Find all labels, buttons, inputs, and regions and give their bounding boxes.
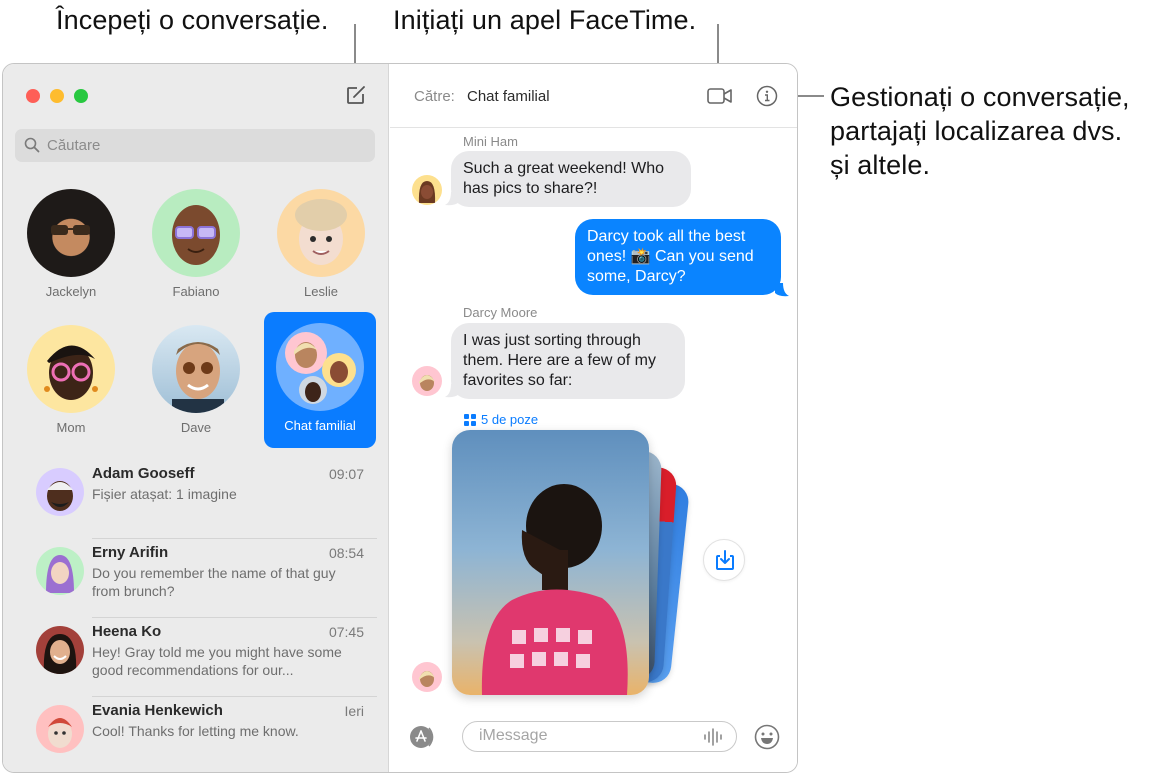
- avatar-darcy-moore: [412, 662, 442, 692]
- sunglasses-icon: [51, 225, 90, 235]
- facetime-button[interactable]: [706, 86, 734, 106]
- avatar-group: [276, 323, 364, 411]
- pinned-name: Chat familial: [284, 418, 356, 433]
- avatar-dave: [152, 325, 240, 413]
- conversation-preview: Hey! Gray told me you might have some go…: [92, 644, 342, 678]
- chat-pane: Către: Chat familial Mini Ham Such a gre…: [390, 64, 797, 772]
- photos-count-label: 5 de poze: [481, 412, 539, 427]
- avatar-mom: [27, 325, 115, 413]
- download-icon: [716, 550, 734, 570]
- avatar-heena: [36, 626, 84, 674]
- message-bubble-incoming[interactable]: Such a great weekend! Who has pics to sh…: [451, 151, 691, 207]
- group-avatars-icon: [285, 332, 356, 404]
- recipient-field[interactable]: Chat familial: [467, 88, 550, 105]
- messages-window: Căutare Jackelyn Fabiano Leslie Mom Dave…: [2, 63, 798, 773]
- avatar-leslie: [277, 189, 365, 277]
- video-camera-icon: [707, 88, 732, 104]
- pinned-contact-mom[interactable]: Mom: [15, 314, 127, 450]
- conversation-name: Evania Henkewich: [92, 702, 223, 719]
- composer: [390, 712, 797, 772]
- memoji-erny-icon: [46, 555, 74, 593]
- search-field[interactable]: Căutare: [15, 129, 375, 162]
- conversation-heena-ko[interactable]: Heena Ko 07:45 Hey! Gray told me you mig…: [3, 618, 389, 697]
- callout-manage-line-1: Gestionați o conversație,: [830, 82, 1130, 112]
- pinned-contact-fabiano[interactable]: Fabiano: [140, 178, 252, 314]
- photo-stack[interactable]: [450, 430, 691, 700]
- bubble-tail: [775, 283, 789, 297]
- photo-card-front[interactable]: [452, 430, 649, 695]
- conversation-time: 09:07: [328, 466, 364, 482]
- callout-facetime: Inițiați un apel FaceTime.: [393, 5, 697, 35]
- conversation-name: Adam Gooseff: [92, 465, 195, 482]
- avatar-erny: [36, 547, 84, 595]
- zoom-button[interactable]: [74, 89, 88, 103]
- avatar-mini-ham: [412, 175, 442, 205]
- conversation-erny-arifin[interactable]: Erny Arifin 08:54 Do you remember the na…: [3, 539, 389, 618]
- minimize-button[interactable]: [50, 89, 64, 103]
- conversation-name: Heena Ko: [92, 623, 162, 640]
- memoji-evania-icon: [48, 718, 72, 748]
- memoji-fabiano-icon: [172, 205, 220, 265]
- avatar-fabiano: [152, 189, 240, 277]
- compose-button[interactable]: [345, 84, 367, 106]
- message-sender: Darcy Moore: [463, 305, 538, 320]
- avatar-adam: [36, 468, 84, 516]
- audio-waveform-icon[interactable]: [702, 728, 724, 746]
- pinned-name: Leslie: [304, 284, 338, 299]
- conversation-name: Erny Arifin: [92, 544, 169, 561]
- chat-header: Către: Chat familial: [390, 64, 797, 128]
- avatar-darcy-moore: [412, 366, 442, 396]
- compose-icon: [347, 86, 365, 104]
- photo-heena-icon: [43, 634, 77, 674]
- conversation-time: 07:45: [328, 624, 364, 640]
- to-label: Către:: [414, 88, 455, 105]
- conversation-preview: Fișier atașat: 1 imagine: [92, 486, 237, 502]
- photo-dave-icon: [172, 342, 224, 413]
- conversation-time: Ieri: [344, 703, 364, 719]
- conversation-adam-gooseff[interactable]: Adam Gooseff 09:07 Fișier atașat: 1 imag…: [3, 460, 389, 539]
- callout-new-conversation: Începeți o conversație.: [56, 5, 329, 35]
- pinned-chat-familial[interactable]: Chat familial: [264, 312, 376, 448]
- app-store-icon: [410, 726, 434, 748]
- pinned-contact-dave[interactable]: Dave: [140, 314, 252, 450]
- pinned-contact-jackelyn[interactable]: Jackelyn: [15, 178, 127, 314]
- sidebar: Căutare Jackelyn Fabiano Leslie Mom Dave…: [3, 64, 389, 772]
- avatar-evania: [36, 705, 84, 753]
- pinned-name: Fabiano: [172, 284, 220, 299]
- close-button[interactable]: [26, 89, 40, 103]
- info-button[interactable]: [756, 85, 778, 107]
- memoji-mom-icon: [44, 345, 98, 400]
- avatar-jackelyn: [27, 189, 115, 277]
- memoji-darcy-icon: [419, 671, 435, 687]
- emoji-button[interactable]: [754, 724, 780, 750]
- callout-manage-line-2: partajați localizarea dvs.: [830, 116, 1123, 146]
- memoji-leslie-icon: [295, 199, 347, 265]
- memoji-darcy-icon: [419, 375, 435, 391]
- memoji-mini-ham-icon: [418, 181, 436, 203]
- search-placeholder: Căutare: [47, 137, 101, 154]
- conversation-time: 08:54: [328, 545, 364, 561]
- pinned-name: Dave: [180, 420, 212, 435]
- message-input-field[interactable]: [462, 721, 737, 752]
- message-input[interactable]: [479, 727, 699, 745]
- portrait-photo: [481, 484, 628, 695]
- smiley-icon: [754, 724, 780, 750]
- pinned-name: Jackelyn: [45, 284, 97, 299]
- message-sender: Mini Ham: [463, 134, 518, 149]
- photos-count-link[interactable]: 5 de poze: [464, 412, 538, 427]
- message-bubble-incoming[interactable]: I was just sorting through them. Here ar…: [451, 323, 685, 399]
- callout-manage-line-3: și altele.: [830, 150, 931, 180]
- message-bubble-outgoing[interactable]: Darcy took all the best ones! 📸 Can you …: [575, 219, 781, 295]
- memoji-adam-icon: [47, 481, 73, 511]
- search-icon: [24, 137, 40, 153]
- conversation-preview: Do you remember the name of that guy fro…: [92, 565, 336, 599]
- save-photos-button[interactable]: [703, 539, 745, 581]
- apps-button[interactable]: [409, 725, 439, 749]
- conversation-preview: Cool! Thanks for letting me know.: [92, 723, 299, 739]
- info-icon: [756, 85, 778, 107]
- grid-icon: [464, 413, 476, 426]
- conversation-evania-henkewich[interactable]: Evania Henkewich Ieri Cool! Thanks for l…: [3, 697, 389, 772]
- pinned-name: Mom: [56, 420, 86, 435]
- pinned-contact-leslie[interactable]: Leslie: [265, 178, 377, 314]
